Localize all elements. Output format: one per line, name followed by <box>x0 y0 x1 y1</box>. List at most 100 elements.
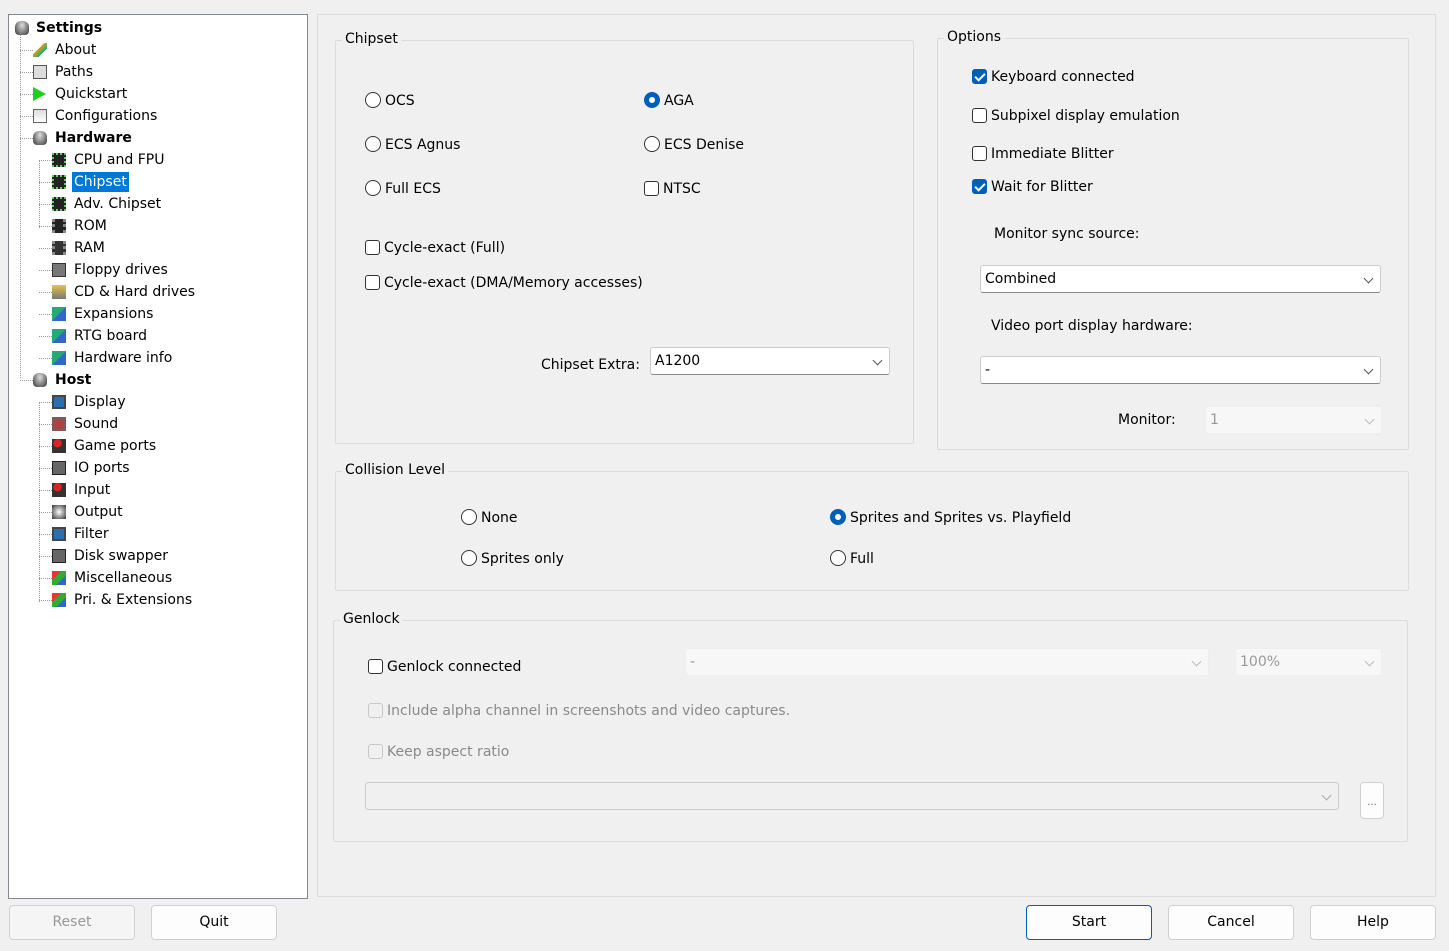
tree-item-cpu-and-fpu[interactable]: CPU and FPU <box>9 150 305 170</box>
radio-icon <box>461 550 477 566</box>
quit-button[interactable]: Quit <box>151 905 277 940</box>
tree-item-hardware[interactable]: Hardware <box>9 128 305 148</box>
checkbox-icon <box>368 744 383 759</box>
genlock-percent-select[interactable]: 100% <box>1235 648 1382 676</box>
radio-collision-full[interactable]: Full <box>830 549 874 569</box>
tree-item-game-ports[interactable]: Game ports <box>9 436 305 456</box>
radio-ecs-denise[interactable]: ECS Denise <box>644 135 744 155</box>
label: AGA <box>664 93 694 109</box>
help-button[interactable]: Help <box>1310 905 1436 940</box>
tree-item-label: Sound <box>74 416 119 432</box>
monitor-select[interactable]: 1 <box>1205 406 1382 434</box>
genlock-group-title: Genlock <box>340 611 403 627</box>
tree-item-settings[interactable]: Settings <box>9 18 305 38</box>
settings-tree[interactable]: Settings About Paths Quickstart Configuratio… <box>8 14 308 899</box>
checkbox-keyboard-connected[interactable]: Keyboard connected <box>972 67 1135 87</box>
tree-item-disk-swapper[interactable]: Disk swapper <box>9 546 305 566</box>
chipset-extra-label: Chipset Extra: <box>541 357 640 373</box>
checkbox-ntsc[interactable]: NTSC <box>644 179 701 199</box>
tree-item-label: Chipset <box>72 172 129 192</box>
genlock-browse-button[interactable]: ... <box>1360 782 1384 819</box>
label: Immediate Blitter <box>991 146 1114 162</box>
radio-collision-sprites-playfield[interactable]: Sprites and Sprites vs. Playfield <box>830 508 1071 528</box>
radio-full-ecs[interactable]: Full ECS <box>365 179 441 199</box>
value: 1 <box>1210 412 1219 428</box>
tree-item-hardware-info[interactable]: Hardware info <box>9 348 305 368</box>
checkbox-icon <box>368 659 383 674</box>
checkbox-icon <box>972 146 987 161</box>
tree-item-label: Paths <box>55 64 94 80</box>
tree-item-label: Filter <box>74 526 109 542</box>
checkbox-wait-blitter[interactable]: Wait for Blitter <box>972 177 1093 197</box>
value: 100% <box>1240 654 1281 670</box>
tree-item-configurations[interactable]: Configurations <box>9 106 305 126</box>
tree-item-chipset[interactable]: Chipset <box>9 172 305 192</box>
checkbox-genlock-connected[interactable]: Genlock connected <box>368 657 521 677</box>
misc-icon <box>52 593 66 607</box>
database-icon <box>33 131 47 145</box>
tree-item-adv-chipset[interactable]: Adv. Chipset <box>9 194 305 214</box>
checkbox-cycle-exact-dma[interactable]: Cycle-exact (DMA/Memory accesses) <box>365 273 643 293</box>
tree-item-floppy-drives[interactable]: Floppy drives <box>9 260 305 280</box>
radio-ecs-agnus[interactable]: ECS Agnus <box>365 135 460 155</box>
checkbox-icon <box>644 181 659 196</box>
radio-aga[interactable]: AGA <box>644 91 694 111</box>
start-button[interactable]: Start <box>1026 905 1152 940</box>
chevron-down-icon <box>1321 790 1332 801</box>
monitor-sync-select[interactable]: Combined <box>980 265 1381 293</box>
checkbox-include-alpha[interactable]: Include alpha channel in screenshots and… <box>368 701 790 721</box>
tree-connector <box>20 28 21 378</box>
tree-item-output[interactable]: Output <box>9 502 305 522</box>
checkbox-keep-aspect[interactable]: Keep aspect ratio <box>368 742 509 762</box>
genlock-file-select[interactable] <box>365 782 1339 810</box>
tree-item-miscellaneous[interactable]: Miscellaneous <box>9 568 305 588</box>
expansion-icon <box>52 351 66 365</box>
label: Subpixel display emulation <box>991 108 1180 124</box>
radio-ocs[interactable]: OCS <box>365 91 415 111</box>
tree-item-label: CD & Hard drives <box>74 284 196 300</box>
joystick-icon <box>52 439 66 453</box>
radio-selected-icon <box>830 509 846 525</box>
video-port-select[interactable]: - <box>980 356 1381 384</box>
reset-button[interactable]: Reset <box>9 905 135 940</box>
tree-item-paths[interactable]: Paths <box>9 62 305 82</box>
cancel-button[interactable]: Cancel <box>1168 905 1294 940</box>
checkbox-cycle-exact-full[interactable]: Cycle-exact (Full) <box>365 238 505 258</box>
tree-item-label: Disk swapper <box>74 548 168 564</box>
tree-item-about[interactable]: About <box>9 40 305 60</box>
tree-item-label: RTG board <box>74 328 147 344</box>
value: - <box>690 654 696 670</box>
genlock-mode-select[interactable]: - <box>685 648 1209 676</box>
radio-icon <box>830 550 846 566</box>
tree-item-quickstart[interactable]: Quickstart <box>9 84 305 104</box>
tree-item-rtg-board[interactable]: RTG board <box>9 326 305 346</box>
chipset-extra-select[interactable]: A1200 <box>650 347 890 375</box>
tree-item-cd-hard-drives[interactable]: CD & Hard drives <box>9 282 305 302</box>
tree-item-io-ports[interactable]: IO ports <box>9 458 305 478</box>
tree-item-input[interactable]: Input <box>9 480 305 500</box>
checkbox-icon <box>365 240 380 255</box>
checkbox-immediate-blitter[interactable]: Immediate Blitter <box>972 144 1114 164</box>
tree-item-ram[interactable]: RAM <box>9 238 305 258</box>
tree-item-host[interactable]: Host <box>9 370 305 390</box>
sound-icon <box>52 417 66 431</box>
label: ECS Agnus <box>385 137 461 153</box>
tree-item-sound[interactable]: Sound <box>9 414 305 434</box>
label: Cycle-exact (DMA/Memory accesses) <box>384 275 643 291</box>
tree-item-expansions[interactable]: Expansions <box>9 304 305 324</box>
tree-item-pri-extensions[interactable]: Pri. & Extensions <box>9 590 305 610</box>
tree-item-label: RAM <box>74 240 105 256</box>
value: - <box>985 362 991 378</box>
radio-collision-sprites-only[interactable]: Sprites only <box>461 549 564 569</box>
checkbox-subpixel[interactable]: Subpixel display emulation <box>972 106 1180 126</box>
tree-item-rom[interactable]: ROM <box>9 216 305 236</box>
chip-icon <box>52 197 66 211</box>
tree-item-filter[interactable]: Filter <box>9 524 305 544</box>
label: Include alpha channel in screenshots and… <box>387 703 791 719</box>
tree-item-display[interactable]: Display <box>9 392 305 412</box>
chevron-down-icon <box>1191 656 1202 667</box>
radio-collision-none[interactable]: None <box>461 508 518 528</box>
tree-item-label: Adv. Chipset <box>74 196 162 212</box>
label: NTSC <box>663 181 701 197</box>
label: None <box>481 510 518 526</box>
